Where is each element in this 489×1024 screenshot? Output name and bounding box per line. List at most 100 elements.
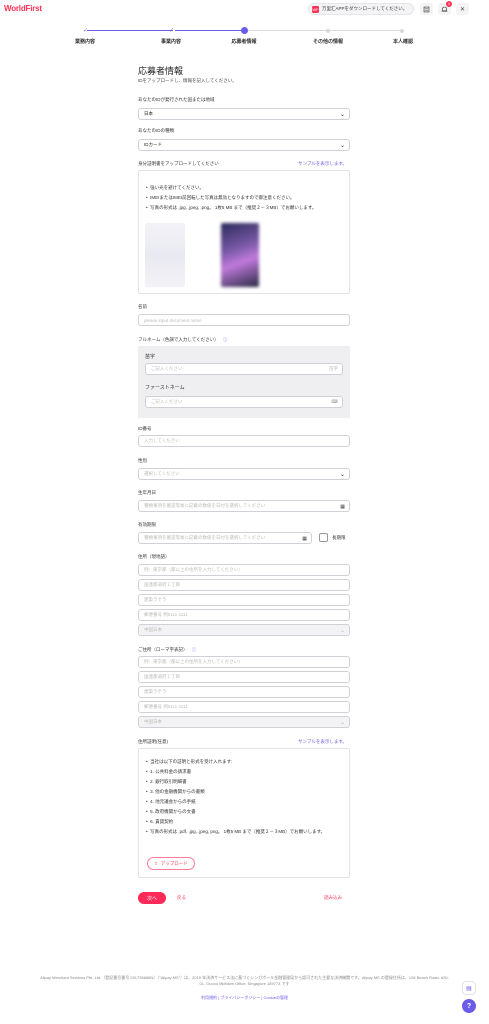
step-connector-pending [330,30,400,31]
address-sample-link[interactable]: サンプルを表示します。 [298,739,347,745]
fullname-panel: 苗字 ご記入ください 苗字 ファーストネーム ご記入ください ⌨ [138,346,350,418]
address-roman-label-text: ご住所（ローマ字表記） [138,647,188,652]
step-label-business-content: 事業内容 [160,39,181,45]
close-button[interactable]: ✕ [456,3,469,15]
pending-step-dot [326,28,330,33]
clipboard-icon: ▤ [466,985,472,992]
save-link[interactable]: 読み込み [324,895,342,901]
id-type-value: IDカード [144,142,162,147]
gender-select[interactable]: 選択してください ⌄ [138,468,350,480]
address-placeholder: 国連都道府１丁目 [144,582,180,587]
step-label-applicant: 応募者情報 [231,39,257,45]
address-local-building[interactable]: 建築ラテラ [138,594,350,606]
address-roman-country: 中国日本 ⌄ [138,716,350,728]
firstname-input[interactable]: ご記入ください ⌨ [145,396,343,408]
long-term-checkbox[interactable] [319,533,328,542]
firstname-placeholder: ご記入ください [151,399,183,404]
instruction-item: • 3. 他の金融機関からの書類 [146,789,205,794]
page-subtitle: IDをアップロードし、情報を記入してください。 [138,78,237,83]
instruction-item: • 5. 政府機関からの文書 [146,809,196,814]
fullname-label: フルネーム（色調で入力してください） ⓘ [138,337,227,343]
next-button[interactable]: 次へ [138,892,166,904]
progress-stepper: ✓ ✓ 業務内容 事業内容 応募者情報 その他の情報 本人確認 [55,22,435,48]
close-icon: ✕ [459,6,466,13]
step-connector-pending [247,30,327,31]
instruction-item: • IMEIまたはIMEI前回転した写真は無効となりますので御注意ください。 [146,195,295,200]
download-app-button[interactable]: WF 万里汇APPをダウンロードしてください。 [308,3,414,15]
step-connector-done [87,30,173,31]
worldfirst-logo[interactable]: WorldFirst [4,4,42,13]
surname-input[interactable]: ご記入ください 苗字 [145,363,343,375]
address-local-country: 中国日本 ⌄ [138,624,350,636]
calendar-icon[interactable]: ▦ [340,504,345,510]
page-title: 応募者情報 [138,66,184,76]
address-proof-label: 住所証明(任意) [138,739,168,744]
address-local-postal[interactable]: 郵便番号 例0111-1111 [138,609,350,621]
id-upload-label: 身分証明書をアップロードしてください [138,161,219,166]
issuing-country-select[interactable]: 日本 ⌄ [138,108,350,120]
address-roman-postal[interactable]: 郵便番号 例0111-1111 [138,701,350,713]
chevron-down-icon: ⌄ [339,628,345,634]
address-local-label: 住所（現地語） [138,554,170,559]
current-step-dot [241,27,248,34]
document-icon [423,6,430,12]
address-country-value: 中国日本 [144,627,162,632]
chevron-down-icon: ⌄ [339,720,345,726]
id-sample-link[interactable]: サンプルを表示します。 [298,161,347,167]
address-proof-upload-area: • 当社は以下の証明と形式を受け入れます: • 1. 公共料金の請求書 • 2.… [138,748,350,878]
address-roman-line1[interactable]: 例：東京都（都以上の住所を入力してください） [138,656,350,668]
gender-placeholder: 選択してください [144,471,180,476]
help-button[interactable]: ? [462,999,476,1013]
question-icon: ? [466,1002,472,1010]
birthdate-placeholder: 種類事項を確認等後に記載の数値を日付を選択してください [144,503,266,508]
id-sample-image-front [145,223,185,287]
upload-button[interactable]: ⇪ アップロード [147,857,195,870]
keyboard-icon: ⌨ [331,399,339,404]
instruction-item: • 写真の形式は .pdf, .jpg, .jpeg, png。 1枚5 MB … [146,829,326,834]
top-bar: WorldFirst WF 万里汇APPをダウンロードしてください。 1 ✕ [0,0,489,20]
address-proof-instructions: • 当社は以下の証明と形式を受け入れます: • 1. 公共料金の請求書 • 2.… [146,757,346,836]
address-roman-building[interactable]: 建築ラテラ [138,686,350,698]
address-local-line2[interactable]: 国連都道府１丁目 [138,579,350,591]
id-type-select[interactable]: IDカード ⌄ [138,139,350,151]
surname-label: 苗字 [145,354,156,360]
address-roman-line2[interactable]: 国連都道府１丁目 [138,671,350,683]
step-label-business: 業務内容 [74,39,95,45]
id-number-input[interactable]: 入力してください [138,435,350,447]
feedback-button[interactable]: ▤ [462,981,476,995]
name-label: 名前 [138,304,147,309]
id-upload-area[interactable]: • 強い光を避けてください。 • IMEIまたはIMEI前回転した写真は無効とな… [138,170,350,294]
address-placeholder: 建築ラテラ [144,689,167,694]
address-placeholder: 国連都道府１丁目 [144,674,180,679]
birthdate-label: 生年月日 [138,490,156,495]
address-placeholder: 例：東京都（都以上の住所を入力してください） [144,659,243,664]
birthdate-input[interactable]: 種類事項を確認等後に記載の数値を日付を選択してください ▦ [138,500,350,512]
notification-count-badge: 1 [446,1,452,7]
expiry-label: 有効期限 [138,522,156,527]
fullname-label-text: フルネーム（色調で入力してください） [138,337,219,342]
id-upload-instructions: • 強い光を避けてください。 • IMEIまたはIMEI前回転した写真は無効とな… [146,183,346,213]
notification-button[interactable]: 1 [438,1,452,15]
address-placeholder: 例：東京都（都以上の住所を入力してください） [144,567,243,572]
step-label-other: その他の情報 [312,39,343,45]
id-sample-image-phone [221,223,259,287]
info-icon[interactable]: ⓘ [192,647,197,652]
app-icon: WF [312,5,319,13]
calendar-icon[interactable]: ▦ [302,536,307,542]
address-placeholder: 建築ラテラ [144,597,167,602]
surname-placeholder: ご記入ください [151,366,183,371]
address-roman-label: ご住所（ローマ字表記） ⓘ [138,647,196,653]
issuing-country-label: あなたのIDが発行された国または地域 [138,97,215,102]
address-local-line1[interactable]: 例：東京都（都以上の住所を入力してください） [138,564,350,576]
expiry-input[interactable]: 種類事項を確認等後に記載の数値を日付を選択してください ▦ [138,532,312,544]
info-icon[interactable]: ⓘ [223,337,228,342]
check-icon: ✓ [168,28,175,34]
pending-step-dot [400,28,404,33]
back-link[interactable]: 戻る [177,895,186,901]
name-input[interactable]: please input document name [138,314,350,326]
firstname-label: ファーストネーム [145,385,185,391]
issuing-country-value: 日本 [144,111,153,116]
language-button[interactable] [420,3,433,15]
footer-links[interactable]: 利用規約 | プライバシーポリシー | Cookieの管理 [0,995,489,1001]
expiry-placeholder: 種類事項を確認等後に記載の数値を日付を選択してください [144,535,266,540]
